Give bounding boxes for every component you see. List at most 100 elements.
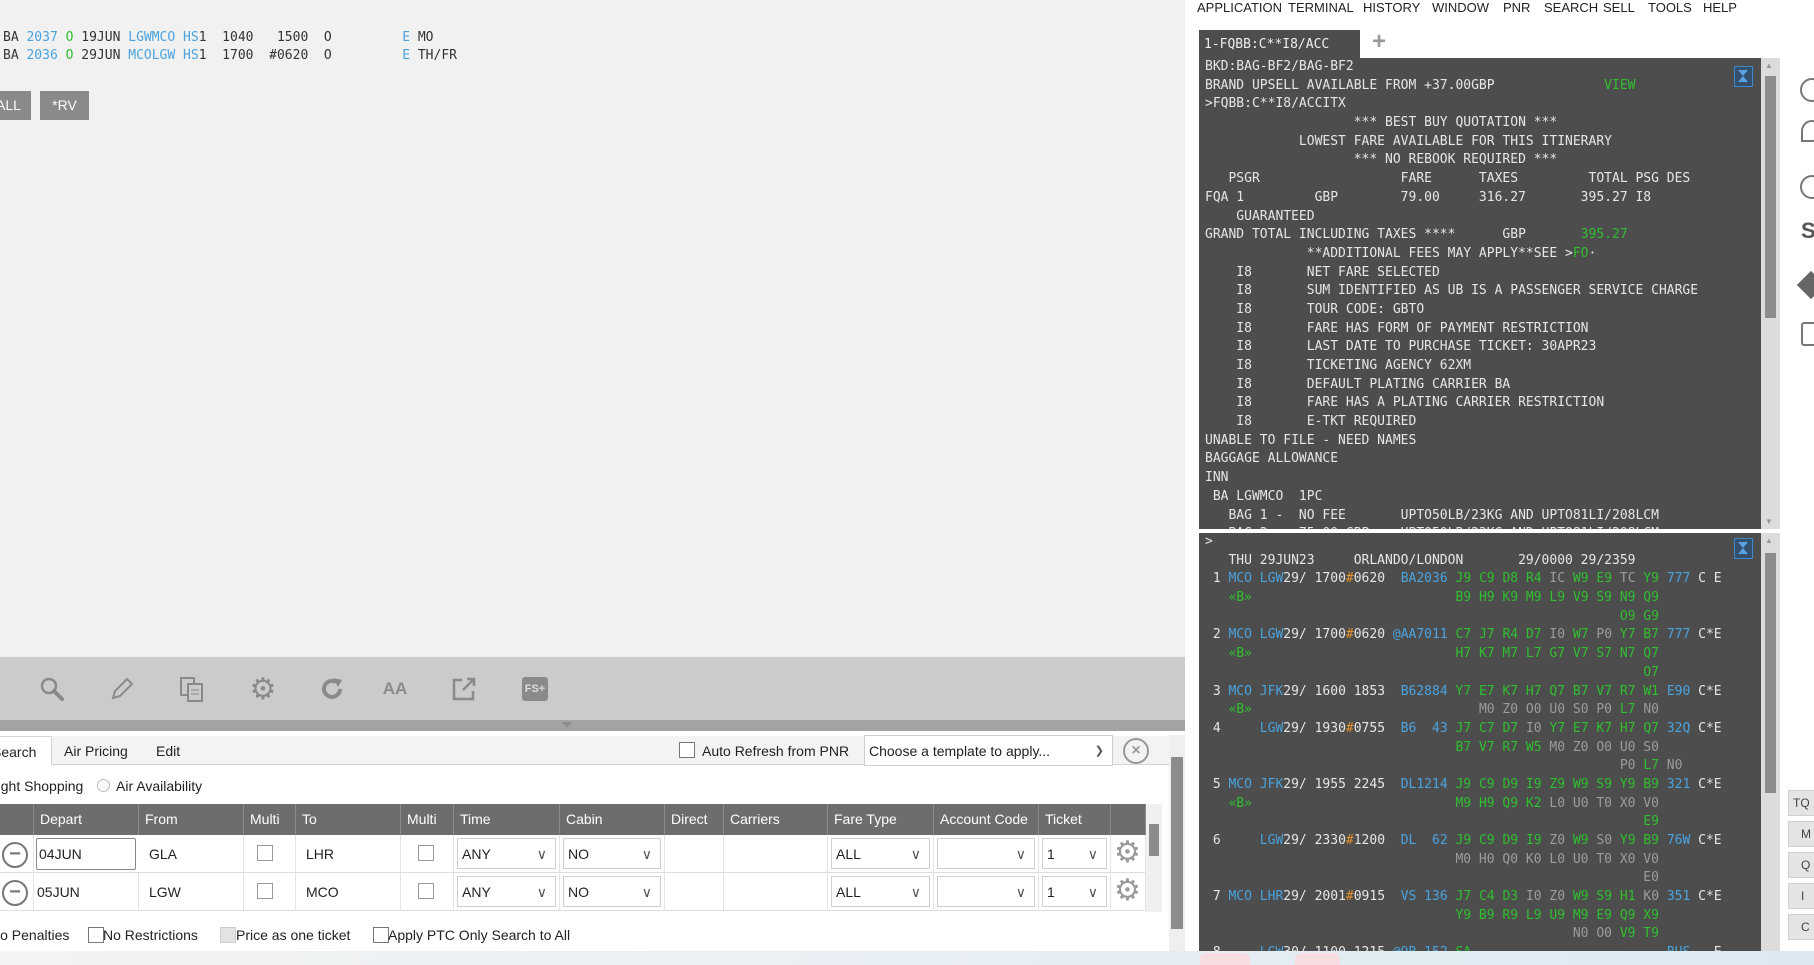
gear-icon[interactable]: ⚙ (247, 673, 279, 706)
air-availability-label[interactable]: Air Availability (116, 776, 202, 796)
form-scrollbar[interactable] (1169, 735, 1185, 951)
tab-search[interactable]: Search (0, 736, 52, 765)
terminal-scrollbar[interactable]: ▲ ▼ (1761, 58, 1780, 529)
multi-from-checkbox[interactable] (244, 873, 296, 911)
time-select[interactable]: ANY ∨ (457, 838, 556, 869)
tab-air-pricing[interactable]: Air Pricing (56, 736, 136, 765)
minus-circle-icon[interactable]: − (2, 880, 28, 906)
external-link-icon[interactable] (448, 673, 480, 705)
copy-icon[interactable] (176, 673, 208, 705)
account-code-select[interactable]: ∨ (937, 838, 1035, 869)
direct-cell[interactable] (665, 835, 724, 873)
price-as-one-ticket-label[interactable]: Price as one ticket (236, 926, 350, 944)
menu-tools[interactable]: TOOLS (1648, 0, 1692, 15)
tab-edit[interactable]: Edit (148, 736, 188, 765)
all-button[interactable]: ALL (0, 91, 31, 120)
fs-plus-icon[interactable]: FS+ (519, 673, 551, 705)
auto-refresh-checkbox[interactable] (679, 742, 695, 758)
flight-shopping-label[interactable]: Flight Shopping (0, 776, 83, 796)
menu-terminal[interactable]: TERMINAL (1288, 0, 1354, 15)
font-size-icon[interactable]: AA (379, 673, 411, 705)
direct-cell[interactable] (665, 873, 724, 911)
side-button[interactable]: C (1788, 914, 1814, 940)
side-button[interactable]: I (1788, 883, 1814, 909)
checkbox[interactable] (418, 883, 434, 899)
collapse-arrow-icon[interactable] (562, 722, 572, 728)
remove-row-button[interactable]: − (0, 873, 34, 911)
text-segment: BRAND UPSELL AVAILABLE FROM +37.00GBP (1205, 77, 1605, 93)
multi-to-checkbox[interactable] (401, 873, 454, 911)
side-button[interactable]: Q (1788, 852, 1814, 878)
no-restrictions-label[interactable]: No Restrictions (103, 926, 198, 944)
menu-application[interactable]: APPLICATION (1197, 0, 1282, 15)
depart-input[interactable]: 04JUN (36, 838, 136, 870)
text-segment: *** BEST BUY QUOTATION *** (1205, 115, 1558, 131)
to-input[interactable]: LHR (296, 835, 401, 873)
template-select[interactable]: Choose a template to apply... ❯ (864, 735, 1113, 766)
menu-help[interactable]: HELP (1703, 0, 1737, 15)
cabin-select[interactable]: NO ∨ (563, 838, 661, 869)
cabin-select[interactable]: NO ∨ (563, 876, 661, 907)
expand-icon[interactable] (1734, 66, 1753, 87)
taskbar-item[interactable] (1295, 953, 1340, 965)
fare-type-select[interactable]: ALL ∨ (831, 838, 930, 869)
document-icon[interactable] (1801, 322, 1814, 346)
apply-ptc-checkbox[interactable] (373, 927, 389, 943)
fare-type-select[interactable]: ALL ∨ (831, 876, 930, 907)
no-penalties-label[interactable]: No Penalties (0, 926, 69, 944)
checkbox[interactable] (257, 845, 273, 861)
expand-icon[interactable] (1734, 538, 1753, 559)
s-icon[interactable]: S (1801, 218, 1814, 244)
text-segment: W9 E9 (1572, 571, 1613, 587)
close-icon[interactable]: × (1123, 738, 1149, 764)
carriers-input[interactable] (724, 835, 828, 873)
taskbar-item[interactable] (1200, 953, 1250, 965)
gear-icon[interactable]: ⚙ (1111, 835, 1146, 873)
menu-pnr[interactable]: PNR (1503, 0, 1530, 15)
pencil-icon[interactable] (106, 673, 138, 705)
multi-from-checkbox[interactable] (244, 835, 296, 873)
checkbox[interactable] (257, 883, 273, 899)
add-tab-icon[interactable]: + (1372, 28, 1386, 56)
menu-sell[interactable]: SELL (1603, 0, 1635, 15)
from-input[interactable]: LGW (139, 873, 244, 911)
to-input[interactable]: MCO (296, 873, 401, 911)
refresh-icon[interactable] (316, 673, 348, 705)
no-restrictions-checkbox[interactable] (88, 927, 104, 943)
time-select[interactable]: ANY ∨ (457, 876, 556, 907)
checkbox[interactable] (418, 845, 434, 861)
air-availability-radio[interactable] (97, 779, 110, 792)
terminal-availability-pane[interactable]: > THU 29JUN23 ORLANDO/LONDON 29/0000 29/… (1199, 533, 1761, 951)
text-segment: N0 (1658, 758, 1683, 774)
multi-to-checkbox[interactable] (401, 835, 454, 873)
apply-ptc-label[interactable]: Apply PTC Only Search to All (388, 926, 570, 944)
table-scrollbar[interactable] (1146, 804, 1162, 912)
column-header (0, 804, 34, 835)
text-segment: 3 (1205, 683, 1229, 699)
carriers-input[interactable] (724, 873, 828, 911)
side-button[interactable]: M (1788, 821, 1814, 847)
text-segment: K0 (1635, 889, 1667, 905)
minus-circle-icon[interactable]: − (2, 842, 28, 868)
splitter-bar[interactable] (0, 720, 1185, 731)
location-icon[interactable] (1801, 120, 1814, 142)
terminal-tab[interactable]: 1-FQBB:C**I8/ACC (1199, 30, 1360, 58)
rv-button[interactable]: *RV (40, 91, 89, 120)
ticket-select[interactable]: 1 ∨ (1042, 876, 1107, 907)
account-code-select[interactable]: ∨ (937, 876, 1035, 907)
depart-input[interactable]: 05JUN (34, 873, 139, 911)
from-input[interactable]: GLA (139, 835, 244, 873)
menu-history[interactable]: HISTORY (1363, 0, 1420, 15)
chevron-down-icon: ∨ (536, 846, 547, 862)
remove-row-button[interactable]: − (0, 835, 34, 873)
text-segment: LHR (1259, 889, 1284, 905)
ticket-select[interactable]: 1 ∨ (1042, 838, 1107, 869)
menu-window[interactable]: WINDOW (1432, 0, 1489, 15)
price-as-one-ticket-checkbox[interactable] (220, 927, 236, 943)
terminal-output-pane[interactable]: BKD:BAG-BF2/BAG-BF2 BRAND UPSELL AVAILABL… (1199, 58, 1761, 529)
menu-search[interactable]: SEARCH (1544, 0, 1598, 15)
side-button[interactable]: TQ (1788, 790, 1814, 816)
availability-scrollbar[interactable]: ▲ (1761, 533, 1780, 951)
search-icon[interactable] (36, 673, 68, 705)
gear-icon[interactable]: ⚙ (1111, 873, 1146, 911)
